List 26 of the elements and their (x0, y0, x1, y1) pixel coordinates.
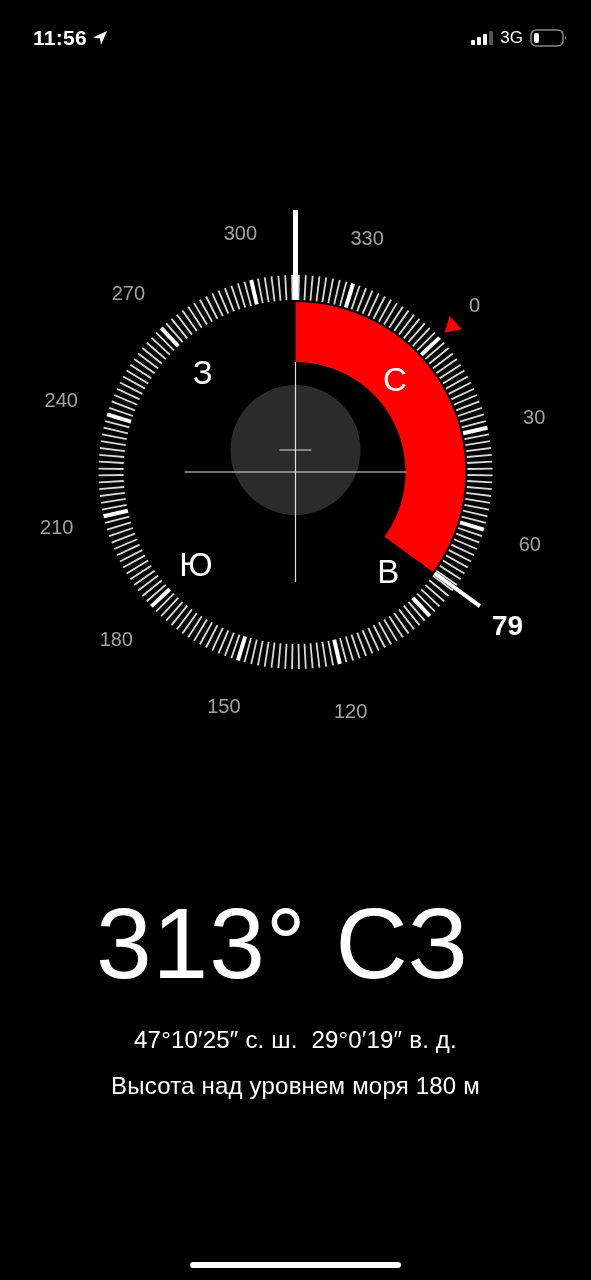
coordinates-text: 47°10′25″ с. ш. 29°0′19″ в. д. (133, 1026, 458, 1054)
cardinal-label: В (377, 552, 400, 590)
heading-readout: 313° СЗ (94, 888, 471, 998)
target-bearing-label: 79 (491, 610, 524, 642)
north-marker-icon (444, 316, 462, 333)
status-time: 11:56 (33, 25, 88, 50)
dial-label: 120 (333, 699, 368, 722)
dial-label: 330 (350, 226, 384, 249)
signal-icon (471, 30, 494, 45)
dial-label: 240 (44, 389, 78, 412)
dial-label: 180 (99, 628, 133, 651)
network-label: 3G (500, 27, 523, 48)
cardinal-label: З (192, 354, 213, 392)
dial-label: 0 (469, 293, 481, 316)
cardinal-label: С (383, 360, 407, 398)
dial-label: 60 (518, 532, 541, 555)
target-marker (433, 571, 482, 608)
cardinal-label: Ю (179, 546, 213, 584)
dial-label: 30 (523, 405, 546, 428)
altitude-text: Высота над уровнем моря 180 м (110, 1072, 481, 1100)
dial-label: 150 (207, 695, 241, 718)
dial-label: 270 (111, 281, 146, 304)
dial-label: 210 (40, 516, 74, 539)
location-arrow-icon (92, 29, 109, 46)
battery-icon (530, 28, 567, 47)
dial-label: 300 (223, 222, 258, 245)
